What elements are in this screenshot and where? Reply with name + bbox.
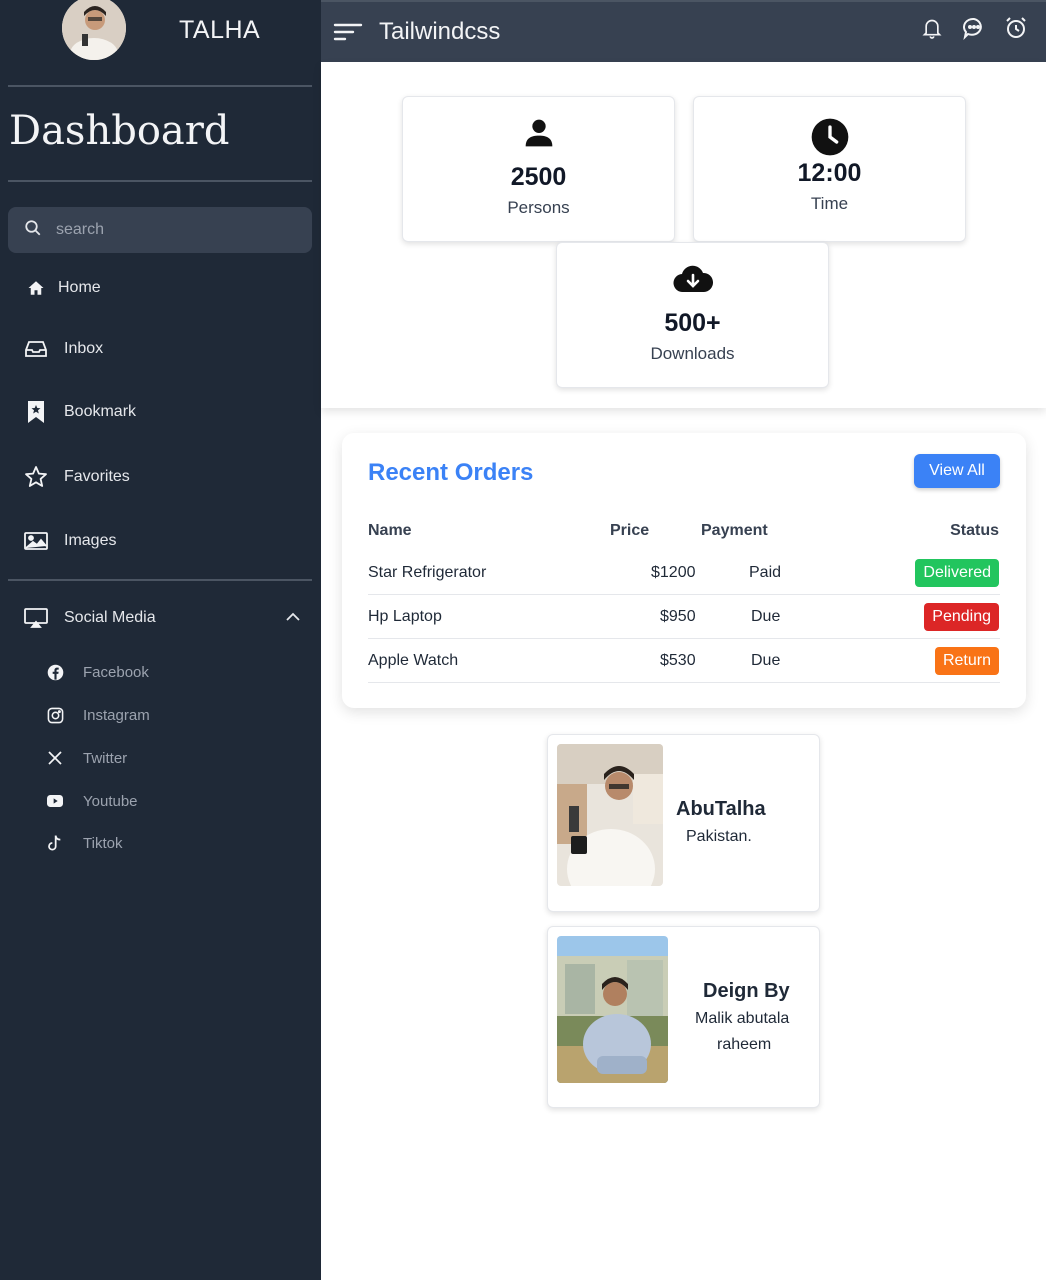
status-badge: Pending [924, 603, 999, 631]
stat-card-downloads: 500+ Downloads [556, 242, 829, 388]
profile-photo [557, 744, 663, 886]
avatar[interactable] [62, 0, 126, 60]
column-header-name: Name [368, 522, 412, 539]
alarm-clock-icon[interactable] [1004, 16, 1028, 40]
search-box [8, 207, 312, 253]
recent-orders-card: Recent Orders View All Name Price Paymen… [342, 433, 1026, 708]
order-payment: Due [751, 608, 781, 625]
stat-caption: Persons [507, 198, 570, 217]
order-name: Apple Watch [368, 652, 459, 669]
order-price: $1200 [651, 564, 696, 581]
monitor-icon [24, 606, 48, 630]
profile-photo [557, 936, 668, 1083]
star-icon [24, 465, 48, 489]
facebook-icon [46, 663, 64, 681]
youtube-icon [46, 792, 64, 810]
recent-orders-title: Recent Orders [368, 459, 534, 486]
social-item-label: Twitter [83, 749, 128, 767]
profile-location: Pakistan. [686, 828, 752, 845]
profile-card: AbuTalha Pakistan. [547, 734, 820, 912]
home-icon [24, 276, 48, 300]
order-price: $530 [660, 652, 696, 669]
stat-card-time: 12:00 Time [693, 96, 966, 242]
chat-icon[interactable] [962, 16, 986, 40]
stat-value: 500+ [664, 309, 721, 337]
stat-caption: Time [810, 194, 849, 213]
column-header-payment: Payment [701, 522, 768, 539]
column-header-price: Price [610, 522, 650, 539]
sidebar-item-social-media[interactable]: Social Media [24, 606, 300, 630]
stat-card-persons: 2500 Persons [402, 96, 675, 242]
person-icon [403, 117, 674, 153]
social-item-label: Instagram [83, 706, 150, 724]
social-item-label: Tiktok [83, 834, 123, 852]
brand-name: TALHA [179, 16, 261, 44]
divider [8, 85, 312, 87]
row-divider [368, 594, 1000, 595]
tiktok-icon [46, 834, 64, 852]
column-header-status: Status [950, 522, 999, 539]
sidebar-item-label: Bookmark [64, 403, 137, 420]
profile-card: Deign By Malik abutala raheem [547, 926, 820, 1108]
profile-name: AbuTalha [676, 798, 766, 820]
cloud-download-icon [557, 263, 828, 299]
page-title: Dashboard [9, 108, 230, 154]
status-badge: Return [934, 647, 999, 675]
sidebar-item-favorites[interactable]: Favorites [24, 465, 130, 489]
chevron-up-icon[interactable] [286, 609, 300, 627]
inbox-icon [24, 337, 48, 361]
image-icon [24, 529, 48, 553]
stat-value: 12:00 [797, 159, 862, 187]
social-item-facebook[interactable]: Facebook [46, 663, 149, 681]
top-bar: Tailwindcss [321, 0, 1046, 62]
x-twitter-icon [46, 749, 64, 767]
social-item-twitter[interactable]: Twitter [46, 749, 127, 767]
bookmark-icon [24, 400, 48, 424]
stat-value: 2500 [510, 163, 567, 191]
order-payment: Due [751, 652, 781, 669]
social-item-youtube[interactable]: Youtube [46, 792, 138, 810]
profile-name: Deign By [703, 980, 790, 1002]
sidebar-item-bookmark[interactable]: Bookmark [24, 400, 136, 424]
sidebar-item-images[interactable]: Images [24, 529, 116, 553]
order-name: Star Refrigerator [368, 564, 487, 581]
sidebar-item-home[interactable]: Home [24, 276, 101, 300]
order-price: $950 [660, 608, 696, 625]
menu-icon[interactable] [333, 20, 363, 44]
order-payment: Paid [749, 564, 782, 581]
sidebar-item-label: Home [58, 279, 101, 296]
view-all-button[interactable]: View All [914, 454, 1000, 488]
search-icon [24, 219, 42, 242]
row-divider [368, 682, 1000, 683]
social-item-label: Facebook [83, 663, 149, 681]
sidebar-item-label: Images [64, 532, 117, 549]
stats-panel: 2500 Persons 12:00 Time 500+ Downloads [321, 62, 1046, 408]
stat-caption: Downloads [650, 344, 735, 363]
social-item-tiktok[interactable]: Tiktok [46, 834, 122, 852]
profile-credit-line: raheem [717, 1036, 772, 1053]
sidebar-item-label: Social Media [64, 609, 156, 626]
sidebar-item-label: Favorites [64, 468, 130, 485]
clock-icon [694, 117, 965, 156]
row-divider [368, 638, 1000, 639]
divider [8, 579, 312, 581]
app-title: Tailwindcss [379, 18, 501, 45]
social-item-instagram[interactable]: Instagram [46, 706, 150, 724]
sidebar: TALHA Dashboard Home Inbox Bookmark Favo… [0, 0, 321, 1280]
search-input[interactable] [56, 221, 276, 239]
bell-icon[interactable] [920, 16, 944, 40]
order-name: Hp Laptop [368, 608, 442, 625]
profile-credit-line: Malik abutala [695, 1010, 790, 1027]
sidebar-item-label: Inbox [64, 340, 104, 357]
sidebar-item-inbox[interactable]: Inbox [24, 337, 103, 361]
divider [8, 180, 312, 182]
status-badge: Delivered [915, 559, 999, 587]
social-item-label: Youtube [83, 792, 138, 810]
instagram-icon [46, 706, 64, 724]
